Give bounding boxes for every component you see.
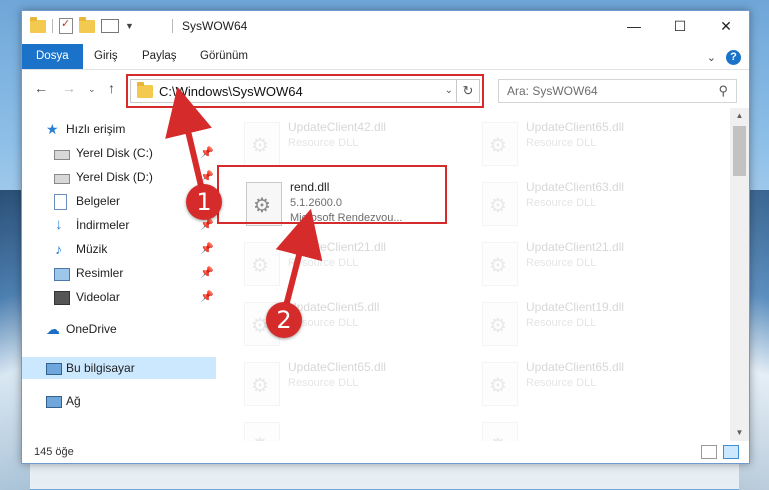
window-title: SysWOW64 [182, 19, 248, 33]
maximize-button[interactable]: ☐ [657, 11, 703, 41]
forward-arrow-icon[interactable]: → [62, 80, 76, 96]
pin-icon: 📌 [200, 267, 214, 279]
sidebar-item-downloads[interactable]: ↓ İndirmeler 📌 [22, 214, 216, 236]
drive-icon [54, 150, 70, 160]
dll-file-icon [244, 362, 280, 406]
tab-file[interactable]: Dosya [22, 44, 83, 69]
navigation-pane: ★ Hızlı erişim Yerel Disk (C:) 📌 Yerel D… [22, 108, 216, 441]
scroll-down-arrow-icon[interactable]: ▼ [730, 425, 749, 441]
search-icon[interactable]: ⚲ [718, 83, 728, 99]
tiles-view-icon[interactable] [723, 445, 739, 459]
file-item[interactable] [478, 416, 703, 441]
status-bar: 145 öğe [22, 441, 749, 463]
view-icon[interactable] [101, 19, 119, 33]
cloud-icon: ☁ [46, 321, 60, 337]
properties-icon[interactable] [59, 17, 73, 34]
ribbon-help-group: ⌄ ? [707, 50, 741, 65]
address-highlight-box [126, 74, 484, 108]
tab-home[interactable]: Giriş [86, 46, 126, 67]
help-icon[interactable]: ? [726, 50, 741, 65]
scroll-up-arrow-icon[interactable]: ▲ [730, 108, 749, 124]
folder-icon [30, 16, 46, 33]
file-item[interactable]: UpdateClient65.dll Resource DLL [478, 116, 703, 168]
videos-icon [54, 291, 70, 305]
file-item[interactable] [240, 416, 465, 441]
computer-icon [46, 363, 62, 375]
step-2-badge: 2 [266, 302, 302, 338]
sidebar-item-local-disk-c[interactable]: Yerel Disk (C:) 📌 [22, 142, 216, 164]
step-1-badge: 1 [186, 184, 222, 220]
sidebar-item-pictures[interactable]: Resimler 📌 [22, 262, 216, 284]
drive-icon [54, 174, 70, 184]
expand-ribbon-chevron-icon[interactable]: ⌄ [707, 51, 716, 64]
toolbar-divider [52, 19, 53, 33]
sidebar-item-onedrive[interactable]: ☁ OneDrive [22, 318, 216, 340]
sidebar-item-videos[interactable]: Videolar 📌 [22, 286, 216, 308]
sidebar-item-local-disk-d[interactable]: Yerel Disk (D:) 📌 [22, 166, 216, 188]
customize-toolbar-chevron-icon[interactable]: ▼ [125, 21, 134, 31]
file-item[interactable]: UpdateClient63.dll Resource DLL [478, 176, 703, 228]
dll-file-icon [482, 302, 518, 346]
quick-access-toolbar: ▼ [30, 16, 134, 34]
file-item[interactable]: UpdateClient65.dll Resource DLL [240, 356, 465, 408]
pin-icon: 📌 [200, 243, 214, 255]
pin-icon: 📌 [200, 291, 214, 303]
address-row: ← → ⌄ ↑ C:\Windows\SysWOW64 ⌄ ↻ Ara: Sys… [22, 70, 749, 108]
explorer-window: ▼ SysWOW64 — ☐ ✕ Dosya Giriş Paylaş Görü… [21, 10, 750, 464]
file-item[interactable]: UpdateClient42.dll Resource DLL [240, 116, 465, 168]
ribbon-tabs: Dosya Giriş Paylaş Görünüm ⌄ ? [22, 41, 749, 70]
file-highlight-box [217, 165, 447, 224]
dll-file-icon [244, 122, 280, 166]
new-folder-icon[interactable] [79, 16, 95, 33]
dll-file-icon [482, 182, 518, 226]
network-icon [46, 396, 62, 408]
details-view-icon[interactable] [701, 445, 717, 459]
pictures-icon [54, 268, 70, 281]
recent-locations-chevron-icon[interactable]: ⌄ [88, 84, 96, 95]
minimize-button[interactable]: — [611, 11, 657, 41]
sidebar-item-network[interactable]: Ağ [22, 390, 216, 412]
dll-file-icon [244, 242, 280, 286]
star-icon: ★ [46, 121, 59, 137]
file-item[interactable]: UpdateClient21.dll Resource DLL [240, 236, 465, 288]
pin-icon: 📌 [200, 147, 214, 159]
search-input[interactable]: Ara: SysWOW64 ⚲ [498, 79, 737, 103]
tab-view[interactable]: Görünüm [192, 46, 256, 67]
view-toggle-group [701, 445, 739, 459]
dll-file-icon [244, 422, 280, 441]
title-bar: ▼ SysWOW64 — ☐ ✕ [22, 11, 749, 41]
dll-file-icon [482, 362, 518, 406]
sidebar-item-music[interactable]: ♪ Müzik 📌 [22, 238, 216, 260]
search-placeholder: Ara: SysWOW64 [507, 84, 598, 98]
file-item[interactable]: UpdateClient65.dll Resource DLL [478, 356, 703, 408]
back-arrow-icon[interactable]: ← [34, 80, 48, 96]
tab-share[interactable]: Paylaş [134, 46, 185, 67]
file-item[interactable]: UpdateClient21.dll Resource DLL [478, 236, 703, 288]
scrollbar-thumb[interactable] [733, 126, 746, 176]
vertical-scrollbar[interactable]: ▲ ▼ [730, 108, 749, 441]
dll-file-icon [482, 242, 518, 286]
sidebar-item-quick-access[interactable]: ★ Hızlı erişim [22, 118, 216, 140]
music-icon: ♪ [55, 241, 62, 257]
item-count: 145 öğe [34, 446, 74, 458]
title-divider [172, 19, 173, 33]
file-list: UpdateClient42.dll Resource DLL UpdateCl… [216, 108, 730, 441]
dll-file-icon [482, 422, 518, 441]
file-item[interactable]: UpdateClient19.dll Resource DLL [478, 296, 703, 348]
up-arrow-icon[interactable]: ↑ [108, 80, 115, 96]
download-icon: ↓ [55, 216, 63, 233]
close-button[interactable]: ✕ [703, 11, 749, 41]
documents-icon [54, 194, 67, 210]
dll-file-icon [482, 122, 518, 166]
sidebar-item-this-pc[interactable]: Bu bilgisayar [22, 357, 216, 379]
